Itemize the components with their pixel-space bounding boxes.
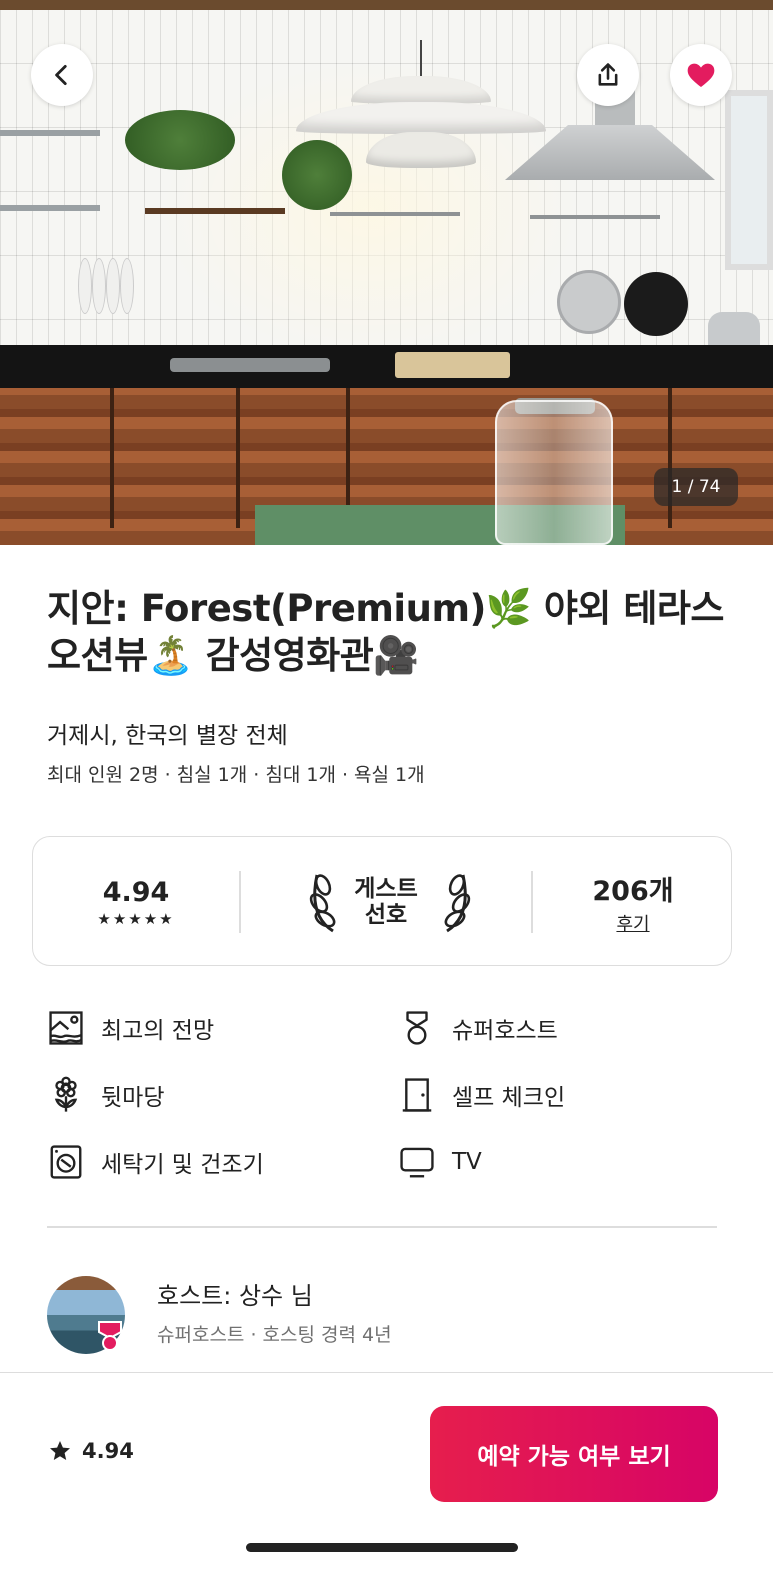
rating-summary: 4.94 ★★★★★ bbox=[33, 837, 239, 967]
review-count: 206개 bbox=[592, 875, 674, 907]
door-icon bbox=[402, 1078, 432, 1112]
star-rating: ★★★★★ bbox=[97, 909, 175, 928]
back-button[interactable] bbox=[31, 44, 93, 106]
laurel-right-icon bbox=[444, 874, 471, 933]
window bbox=[725, 90, 773, 270]
cabinet-seam bbox=[110, 388, 114, 528]
amenity-view: 최고의 전망 bbox=[47, 1009, 214, 1047]
metal-shelf bbox=[0, 130, 100, 136]
plant bbox=[125, 110, 235, 170]
ceiling-beam bbox=[0, 0, 773, 10]
cabinet-seam bbox=[236, 388, 240, 528]
cabinet-seam bbox=[668, 388, 672, 528]
glass-jar bbox=[495, 400, 613, 545]
hanging-plant bbox=[282, 140, 352, 210]
amenity-label: 셀프 체크인 bbox=[452, 1085, 566, 1111]
flower-icon bbox=[54, 1076, 78, 1112]
guest-favorite-line2: 선호 bbox=[364, 902, 408, 928]
check-availability-button[interactable]: 예약 가능 여부 보기 bbox=[430, 1406, 718, 1502]
hero-photo[interactable]: 1 / 74 bbox=[0, 0, 773, 545]
listing-details: 최대 인원 2명 · 침실 1개 · 침대 1개 · 욕실 1개 bbox=[47, 764, 425, 786]
guest-favorite-card[interactable]: 4.94 ★★★★★ 게스트 선호 206개 후기 bbox=[32, 836, 732, 966]
laurel-left-icon bbox=[309, 874, 336, 933]
knife-rail bbox=[330, 212, 460, 216]
amenity-superhost: 슈퍼호스트 bbox=[398, 1009, 558, 1047]
amenity-label: 뒷마당 bbox=[101, 1085, 165, 1111]
amenity-label: TV bbox=[452, 1149, 482, 1175]
plate bbox=[92, 258, 106, 314]
section-divider bbox=[47, 1226, 717, 1228]
amenity-label: 슈퍼호스트 bbox=[452, 1018, 558, 1044]
cutting-board bbox=[395, 352, 510, 378]
guest-favorite-badge: 게스트 선호 bbox=[241, 837, 531, 967]
amenity-label: 최고의 전망 bbox=[101, 1018, 215, 1044]
sink bbox=[170, 358, 330, 372]
review-label[interactable]: 후기 bbox=[616, 910, 649, 936]
reviews-link[interactable]: 206개 후기 bbox=[533, 837, 733, 967]
frying-pan bbox=[624, 272, 688, 336]
host-subtitle: 슈퍼호스트 · 호스팅 경력 4년 bbox=[157, 1324, 392, 1346]
superhost-badge-icon bbox=[98, 1321, 122, 1351]
photo-counter: 1 / 74 bbox=[654, 468, 738, 506]
amenity-label: 세탁기 및 건조기 bbox=[101, 1152, 264, 1178]
home-indicator[interactable] bbox=[246, 1543, 518, 1552]
footer-rating-value: 4.94 bbox=[82, 1439, 134, 1463]
amenity-backyard: 뒷마당 bbox=[47, 1076, 164, 1114]
amenity-self-checkin: 셀프 체크인 bbox=[398, 1076, 565, 1114]
landscape-icon bbox=[49, 1011, 83, 1045]
heart-icon bbox=[687, 63, 715, 87]
footer-rating: 4.94 bbox=[48, 1439, 134, 1463]
share-button[interactable] bbox=[577, 44, 639, 106]
tv-icon bbox=[400, 1147, 434, 1178]
utensil-rail bbox=[530, 215, 660, 219]
plate bbox=[106, 258, 120, 314]
plate bbox=[120, 258, 134, 314]
guest-favorite-label: 게스트 선호 bbox=[354, 876, 417, 928]
listing-subtitle: 거제시, 한국의 별장 전체 bbox=[47, 723, 288, 749]
amenity-washer-dryer: 세탁기 및 건조기 bbox=[47, 1143, 264, 1181]
medal-icon bbox=[406, 1011, 428, 1045]
share-icon bbox=[598, 63, 618, 86]
host-name[interactable]: 호스트: 상수 님 bbox=[157, 1276, 313, 1311]
chevron-left-icon bbox=[55, 64, 67, 86]
star-icon bbox=[50, 1441, 70, 1460]
guest-favorite-line1: 게스트 bbox=[354, 876, 418, 902]
pan bbox=[557, 270, 621, 334]
washer-icon bbox=[50, 1145, 82, 1179]
countertop bbox=[0, 345, 773, 390]
save-button[interactable] bbox=[670, 44, 732, 106]
amenity-tv: TV bbox=[398, 1143, 482, 1181]
rating-value: 4.94 bbox=[102, 876, 170, 908]
wood-shelf bbox=[145, 208, 285, 214]
plate bbox=[78, 258, 92, 314]
metal-shelf bbox=[0, 205, 100, 211]
listing-title: 지안: Forest(Premium)🌿 야외 테라스 오션뷰🏝️ 감성영화관🎥 bbox=[47, 587, 724, 677]
